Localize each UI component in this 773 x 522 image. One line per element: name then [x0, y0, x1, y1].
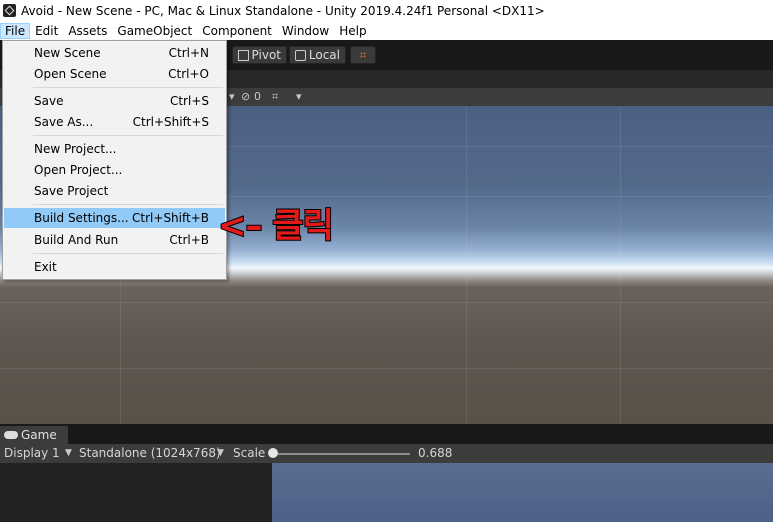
menu-item-new-scene[interactable]: New Scene Ctrl+N [4, 43, 225, 63]
menu-item-build-settings[interactable]: Build Settings... Ctrl+Shift+B [4, 208, 225, 228]
scale-slider-handle[interactable] [268, 448, 278, 458]
grid-snap-icon[interactable]: ⌗ [350, 46, 376, 64]
menu-item-label: Save As... [34, 115, 94, 129]
scale-value: 0.688 [418, 446, 453, 460]
menu-item-label: Save Project [34, 184, 109, 198]
menu-item-label: Open Scene [34, 67, 107, 81]
local-label: Local [308, 48, 340, 62]
menu-item-label: Open Project... [34, 163, 123, 177]
menu-item-shortcut: Ctrl+Shift+B [132, 211, 209, 225]
menu-item-shortcut: Ctrl+S [169, 94, 209, 108]
menu-item-label: New Project... [34, 142, 117, 156]
menu-item-label: Build Settings... [34, 211, 129, 225]
game-tab-bar: Game [0, 424, 773, 444]
grid-line [466, 106, 467, 424]
menu-item-open-project[interactable]: Open Project... [4, 160, 225, 180]
menu-item-save[interactable]: Save Ctrl+S [4, 91, 225, 111]
scale-label: Scale [233, 446, 266, 460]
menu-item-shortcut: Ctrl+Shift+S [132, 115, 209, 129]
grid-line [620, 106, 621, 424]
menu-edit[interactable]: Edit [30, 23, 63, 39]
menu-separator [33, 204, 223, 205]
hidden-objects-count: 0 [254, 90, 261, 103]
local-toggle-button[interactable]: Local [289, 46, 346, 64]
unity-logo-icon [3, 4, 16, 17]
resolution-dropdown[interactable]: Standalone (1024x768) [79, 446, 221, 460]
menu-item-save-as[interactable]: Save As... Ctrl+Shift+S [4, 112, 225, 132]
window-title: Avoid - New Scene - PC, Mac & Linux Stan… [21, 3, 545, 18]
menu-item-shortcut: Ctrl+O [168, 67, 209, 81]
menu-separator [33, 87, 223, 88]
grid-toggle-icon[interactable]: ⌗ [272, 90, 278, 104]
click-annotation-text: <– 클릭 [217, 205, 335, 247]
local-cube-icon [295, 49, 306, 61]
tab-game-label: Game [21, 428, 57, 442]
menu-item-open-scene[interactable]: Open Scene Ctrl+O [4, 64, 225, 84]
pivot-toggle-button[interactable]: Pivot [232, 46, 287, 64]
tab-game[interactable]: Game [0, 426, 68, 444]
display-dropdown[interactable]: Display 1 [4, 446, 60, 460]
menu-assets[interactable]: Assets [63, 23, 112, 39]
click-annotation: <– 클릭 [217, 198, 368, 247]
menu-item-build-and-run[interactable]: Build And Run Ctrl+B [4, 230, 225, 250]
menu-item-shortcut: Ctrl+N [168, 46, 209, 60]
menu-item-label: Exit [34, 260, 57, 274]
menu-item-label: New Scene [34, 46, 101, 60]
menu-item-save-project[interactable]: Save Project [4, 181, 225, 201]
pivot-icon [238, 49, 249, 61]
gamepad-icon [4, 431, 18, 439]
menu-item-label: Build And Run [34, 233, 119, 247]
grid-line [0, 368, 773, 369]
menu-help[interactable]: Help [334, 23, 371, 39]
file-menu-dropdown: New Scene Ctrl+N Open Scene Ctrl+O Save … [2, 40, 227, 280]
shading-dropdown-arrow-icon[interactable]: ▾ [229, 90, 235, 103]
pivot-label: Pivot [251, 48, 281, 62]
menu-item-new-project[interactable]: New Project... [4, 139, 225, 159]
menu-separator [33, 135, 223, 136]
game-toolbar: Display 1 ▼ Standalone (1024x768) ▼ Scal… [0, 444, 773, 463]
scale-slider-track[interactable] [272, 453, 410, 455]
menu-item-label: Save [34, 94, 64, 108]
menu-component[interactable]: Component [197, 23, 277, 39]
window-title-bar: Avoid - New Scene - PC, Mac & Linux Stan… [0, 0, 773, 21]
menu-window[interactable]: Window [277, 23, 334, 39]
menu-separator [33, 253, 223, 254]
menu-file[interactable]: File [0, 22, 31, 39]
game-canvas [272, 463, 773, 522]
game-view[interactable] [0, 463, 773, 522]
hidden-objects-icon[interactable]: ⊘ [241, 90, 250, 103]
grid-dropdown-arrow-icon[interactable]: ▾ [296, 90, 302, 103]
display-dropdown-arrow-icon[interactable]: ▼ [65, 448, 72, 458]
menu-item-exit[interactable]: Exit [4, 257, 225, 277]
menu-item-shortcut: Ctrl+B [169, 233, 209, 247]
menu-gameobject[interactable]: GameObject [112, 23, 197, 39]
grid-line [0, 302, 773, 303]
resolution-dropdown-arrow-icon[interactable]: ▼ [217, 448, 224, 458]
menu-bar: File Edit Assets GameObject Component Wi… [0, 21, 773, 40]
